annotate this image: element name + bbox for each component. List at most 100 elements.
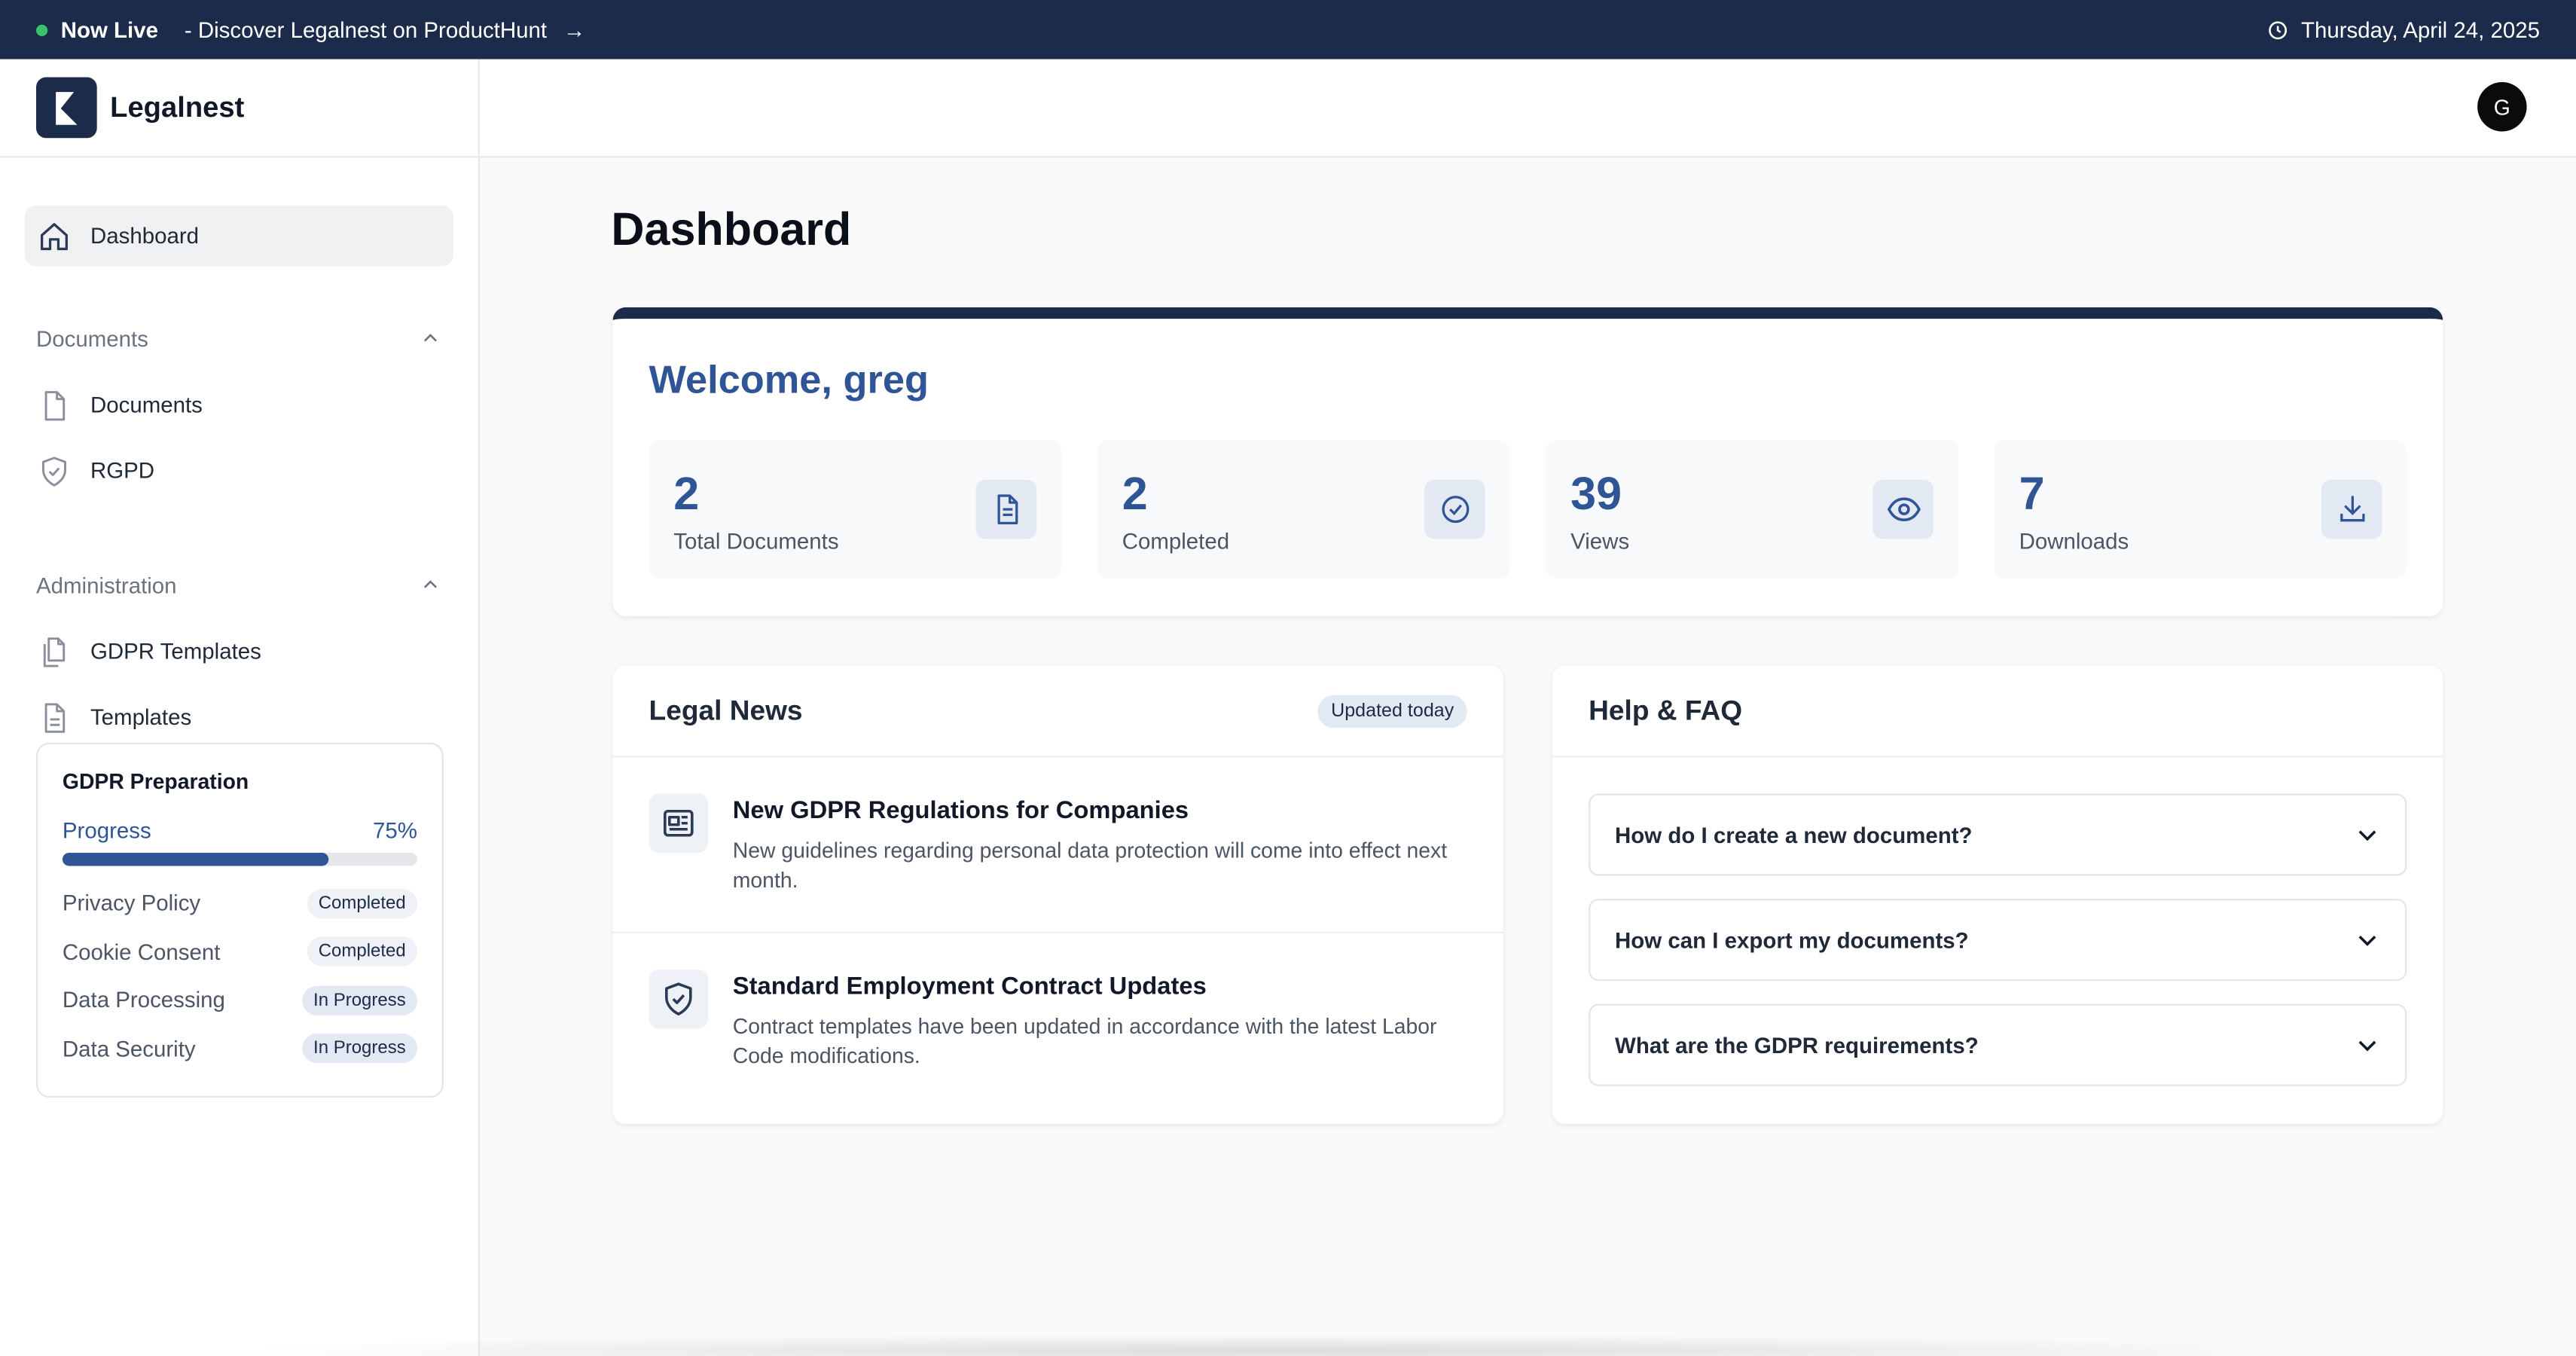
stats-row: 2 Total Documents 2 Completed 39 Views 7… <box>649 440 2407 579</box>
news-title: New GDPR Regulations for Companies <box>732 796 1189 825</box>
news-item[interactable]: Standard Employment Contract Updates Con… <box>613 933 1503 1109</box>
live-status-dot <box>35 23 48 35</box>
chevron-up-icon <box>423 334 438 342</box>
task-name: Cookie Consent <box>62 939 221 964</box>
panel-title: Help & FAQ <box>1589 694 1743 725</box>
app-frame: Now Live - Discover Legalnest on Product… <box>0 0 2576 1356</box>
news-description: New guidelines regarding personal data p… <box>732 838 1448 893</box>
legalnest-logo <box>35 77 97 139</box>
stat-label: Downloads <box>2019 529 2129 554</box>
updated-badge: Updated today <box>1317 694 1467 728</box>
sidebar-item-label: RGPD <box>90 458 155 484</box>
sidebar-item-label: Templates <box>90 704 192 730</box>
stat-value: 7 <box>2019 468 2045 520</box>
welcome-card: Welcome, greg 2 Total Documents 2 Comple… <box>612 307 2443 616</box>
section-documents[interactable]: Documents <box>25 319 453 358</box>
stat-label: Views <box>1570 529 1630 554</box>
progress-value: 75% <box>373 818 418 843</box>
sidebar-item-documents[interactable]: Documents <box>25 374 453 435</box>
news-title: Standard Employment Contract Updates <box>732 973 1207 1001</box>
gdpr-task: Privacy Policy Completed <box>62 879 418 927</box>
arrow-right-icon: → <box>563 17 586 42</box>
top-header: G <box>479 59 2576 158</box>
section-title: Administration <box>35 573 177 597</box>
chevron-down-icon <box>2358 936 2376 946</box>
chevron-up-icon <box>423 580 438 588</box>
stat-value: 39 <box>1570 468 1622 520</box>
gdpr-task: Data Security In Progress <box>63 1025 418 1073</box>
sidebar-item-templates[interactable]: Templates <box>25 687 453 748</box>
announcement-text: - Discover Legalnest on ProductHunt <box>184 17 548 42</box>
newspaper-icon <box>649 793 709 854</box>
sidebar-item-label: GDPR Templates <box>90 639 261 664</box>
panel-header: Legal News Updated today <box>612 665 1503 758</box>
task-name: Privacy Policy <box>62 890 201 916</box>
stat-label: Total Documents <box>673 529 839 554</box>
faq-question: How do I create a new document? <box>1615 822 1973 848</box>
user-avatar[interactable]: G <box>2477 82 2527 132</box>
download-icon <box>2321 479 2382 539</box>
stat-value: 2 <box>673 468 700 520</box>
check-circle-icon <box>1424 479 1485 539</box>
legal-news-panel: Legal News Updated today New GDPR Regula… <box>612 665 1503 1124</box>
gdpr-task: Cookie Consent Completed <box>62 927 418 976</box>
clock-icon <box>2268 20 2287 39</box>
brand[interactable]: Legalnest <box>0 60 478 158</box>
sidebar-item-gdpr-templates[interactable]: GDPR Templates <box>25 621 453 682</box>
progress-bar-fill <box>62 853 329 866</box>
faq-item[interactable]: How do I create a new document? <box>1589 793 2407 876</box>
status-badge: Completed <box>307 888 418 918</box>
task-name: Data Processing <box>62 988 225 1013</box>
sidebar: Legalnest Dashboard Documents Documents <box>0 59 480 1356</box>
page-title: Dashboard <box>611 203 852 255</box>
shield-check-icon <box>649 969 709 1029</box>
sidebar-nav: Dashboard Documents Documents RGPD Admin… <box>0 205 478 748</box>
stat-value: 2 <box>1122 468 1148 520</box>
announcement-bar: Now Live - Discover Legalnest on Product… <box>0 0 2576 60</box>
progress-label: Progress <box>62 818 151 843</box>
gdpr-preparation-card: GDPR Preparation Progress 75% Privacy Po… <box>35 742 444 1098</box>
announcement-link[interactable]: Now Live - Discover Legalnest on Product… <box>35 17 586 42</box>
stat-label: Completed <box>1122 529 1230 554</box>
document-icon <box>975 479 1037 539</box>
file-icon <box>44 390 66 420</box>
stat-downloads: 7 Downloads <box>1994 440 2407 579</box>
news-item[interactable]: New GDPR Regulations for Companies New g… <box>612 757 1503 933</box>
gdpr-task: Data Processing In Progress <box>62 976 418 1025</box>
sidebar-item-label: Dashboard <box>90 223 200 249</box>
status-badge: In Progress <box>301 1034 418 1064</box>
files-icon <box>43 637 66 667</box>
sidebar-item-rgpd[interactable]: RGPD <box>25 441 453 502</box>
welcome-message: Welcome, greg <box>649 358 929 403</box>
chevron-down-icon <box>2358 1040 2376 1052</box>
live-label: Now Live <box>60 17 158 42</box>
bottom-shadow <box>230 1334 2333 1356</box>
home-icon <box>40 221 68 249</box>
faq-question: How can I export my documents? <box>1615 927 1969 952</box>
faq-list: How do I create a new document? How can … <box>1552 757 2443 1086</box>
status-badge: In Progress <box>301 985 418 1015</box>
help-faq-panel: Help & FAQ How do I create a new documen… <box>1552 665 2443 1124</box>
faq-question: What are the GDPR requirements? <box>1615 1032 1979 1058</box>
status-badge: Completed <box>307 936 418 967</box>
sidebar-item-label: Documents <box>90 392 203 418</box>
faq-item[interactable]: How can I export my documents? <box>1589 899 2407 982</box>
panel-title: Legal News <box>649 694 803 725</box>
panel-header: Help & FAQ <box>1552 665 2443 758</box>
faq-item[interactable]: What are the GDPR requirements? <box>1589 1003 2407 1086</box>
progress-bar <box>62 853 418 866</box>
sidebar-item-dashboard[interactable]: Dashboard <box>24 205 453 267</box>
section-title: Documents <box>35 325 148 351</box>
shield-check-icon <box>41 456 66 486</box>
date-text: Thursday, April 24, 2025 <box>2301 17 2541 42</box>
chevron-down-icon <box>2358 830 2376 841</box>
brand-name: Legalnest <box>110 90 245 124</box>
news-description: Contract templates have been updated in … <box>732 1013 1437 1068</box>
file-text-icon <box>44 702 66 732</box>
stat-total-documents: 2 Total Documents <box>649 440 1062 579</box>
gdpr-task-list: Privacy Policy Completed Cookie Consent … <box>62 879 418 1073</box>
stat-views: 39 Views <box>1546 440 1958 579</box>
section-administration[interactable]: Administration <box>25 565 453 604</box>
eye-icon <box>1872 479 1934 539</box>
stat-completed: 2 Completed <box>1097 440 1510 579</box>
